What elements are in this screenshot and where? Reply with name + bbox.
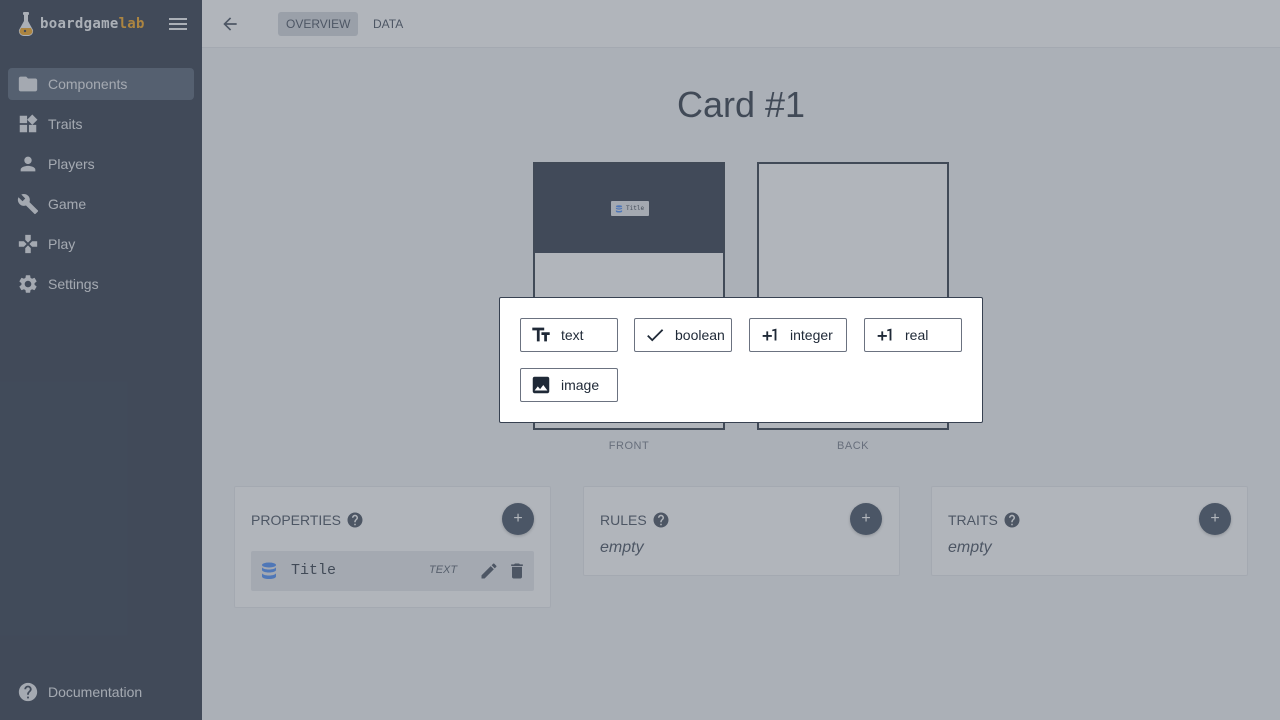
check-icon xyxy=(647,329,664,342)
type-label: text xyxy=(561,327,584,343)
type-label: real xyxy=(905,327,929,343)
type-image-button[interactable]: image xyxy=(520,368,618,402)
type-real-button[interactable]: real xyxy=(864,318,962,352)
type-label: boolean xyxy=(675,327,725,343)
type-label: image xyxy=(561,377,600,393)
type-text-button[interactable]: text xyxy=(520,318,618,352)
type-integer-button[interactable]: integer xyxy=(749,318,847,352)
plus-one-icon xyxy=(762,328,777,341)
plus-one-icon xyxy=(877,328,892,341)
image-icon xyxy=(532,376,550,394)
property-type-picker: text boolean integer real image xyxy=(499,297,983,423)
type-label: integer xyxy=(790,327,833,343)
type-boolean-button[interactable]: boolean xyxy=(634,318,732,352)
text-format-icon xyxy=(532,327,550,342)
